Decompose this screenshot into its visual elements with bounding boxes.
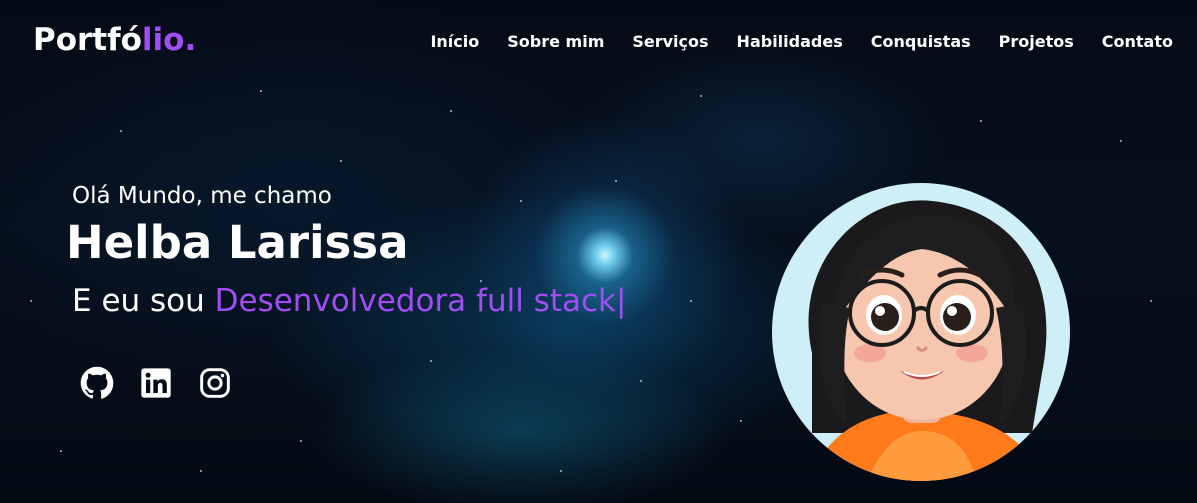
github-link[interactable] xyxy=(80,366,114,400)
main-nav: Início Sobre mim Serviços Habilidades Co… xyxy=(430,32,1173,51)
nav-inicio[interactable]: Início xyxy=(430,32,479,51)
role-prefix: E eu sou xyxy=(72,283,205,319)
linkedin-icon xyxy=(141,368,171,398)
logo-accent: lio. xyxy=(141,22,197,58)
linkedin-link[interactable] xyxy=(139,366,173,400)
logo-main: Portfó xyxy=(33,22,142,58)
github-icon xyxy=(80,366,114,399)
hero-role: E eu sou Desenvolvedora full stack| xyxy=(72,283,626,319)
logo[interactable]: Portfólio. xyxy=(33,22,196,58)
avatar-illustration xyxy=(808,200,1047,481)
nav-servicos[interactable]: Serviços xyxy=(632,32,708,51)
nav-habilidades[interactable]: Habilidades xyxy=(737,32,843,51)
nav-projetos[interactable]: Projetos xyxy=(999,32,1074,51)
instagram-icon xyxy=(200,368,230,398)
page: Portfólio. Início Sobre mim Serviços Hab… xyxy=(0,0,1197,503)
avatar xyxy=(772,183,1070,481)
social-links xyxy=(80,366,232,400)
typing-cursor: | xyxy=(615,283,627,319)
instagram-link[interactable] xyxy=(198,366,232,400)
site-header: Portfólio. Início Sobre mim Serviços Hab… xyxy=(0,0,1197,84)
hero-name: Helba Larissa xyxy=(66,216,409,269)
nav-conquistas[interactable]: Conquistas xyxy=(871,32,971,51)
hero-greeting: Olá Mundo, me chamo xyxy=(72,183,332,209)
nav-contato[interactable]: Contato xyxy=(1102,32,1173,51)
role-typed: Desenvolvedora full stack xyxy=(214,283,616,319)
nav-sobre-mim[interactable]: Sobre mim xyxy=(507,32,604,51)
